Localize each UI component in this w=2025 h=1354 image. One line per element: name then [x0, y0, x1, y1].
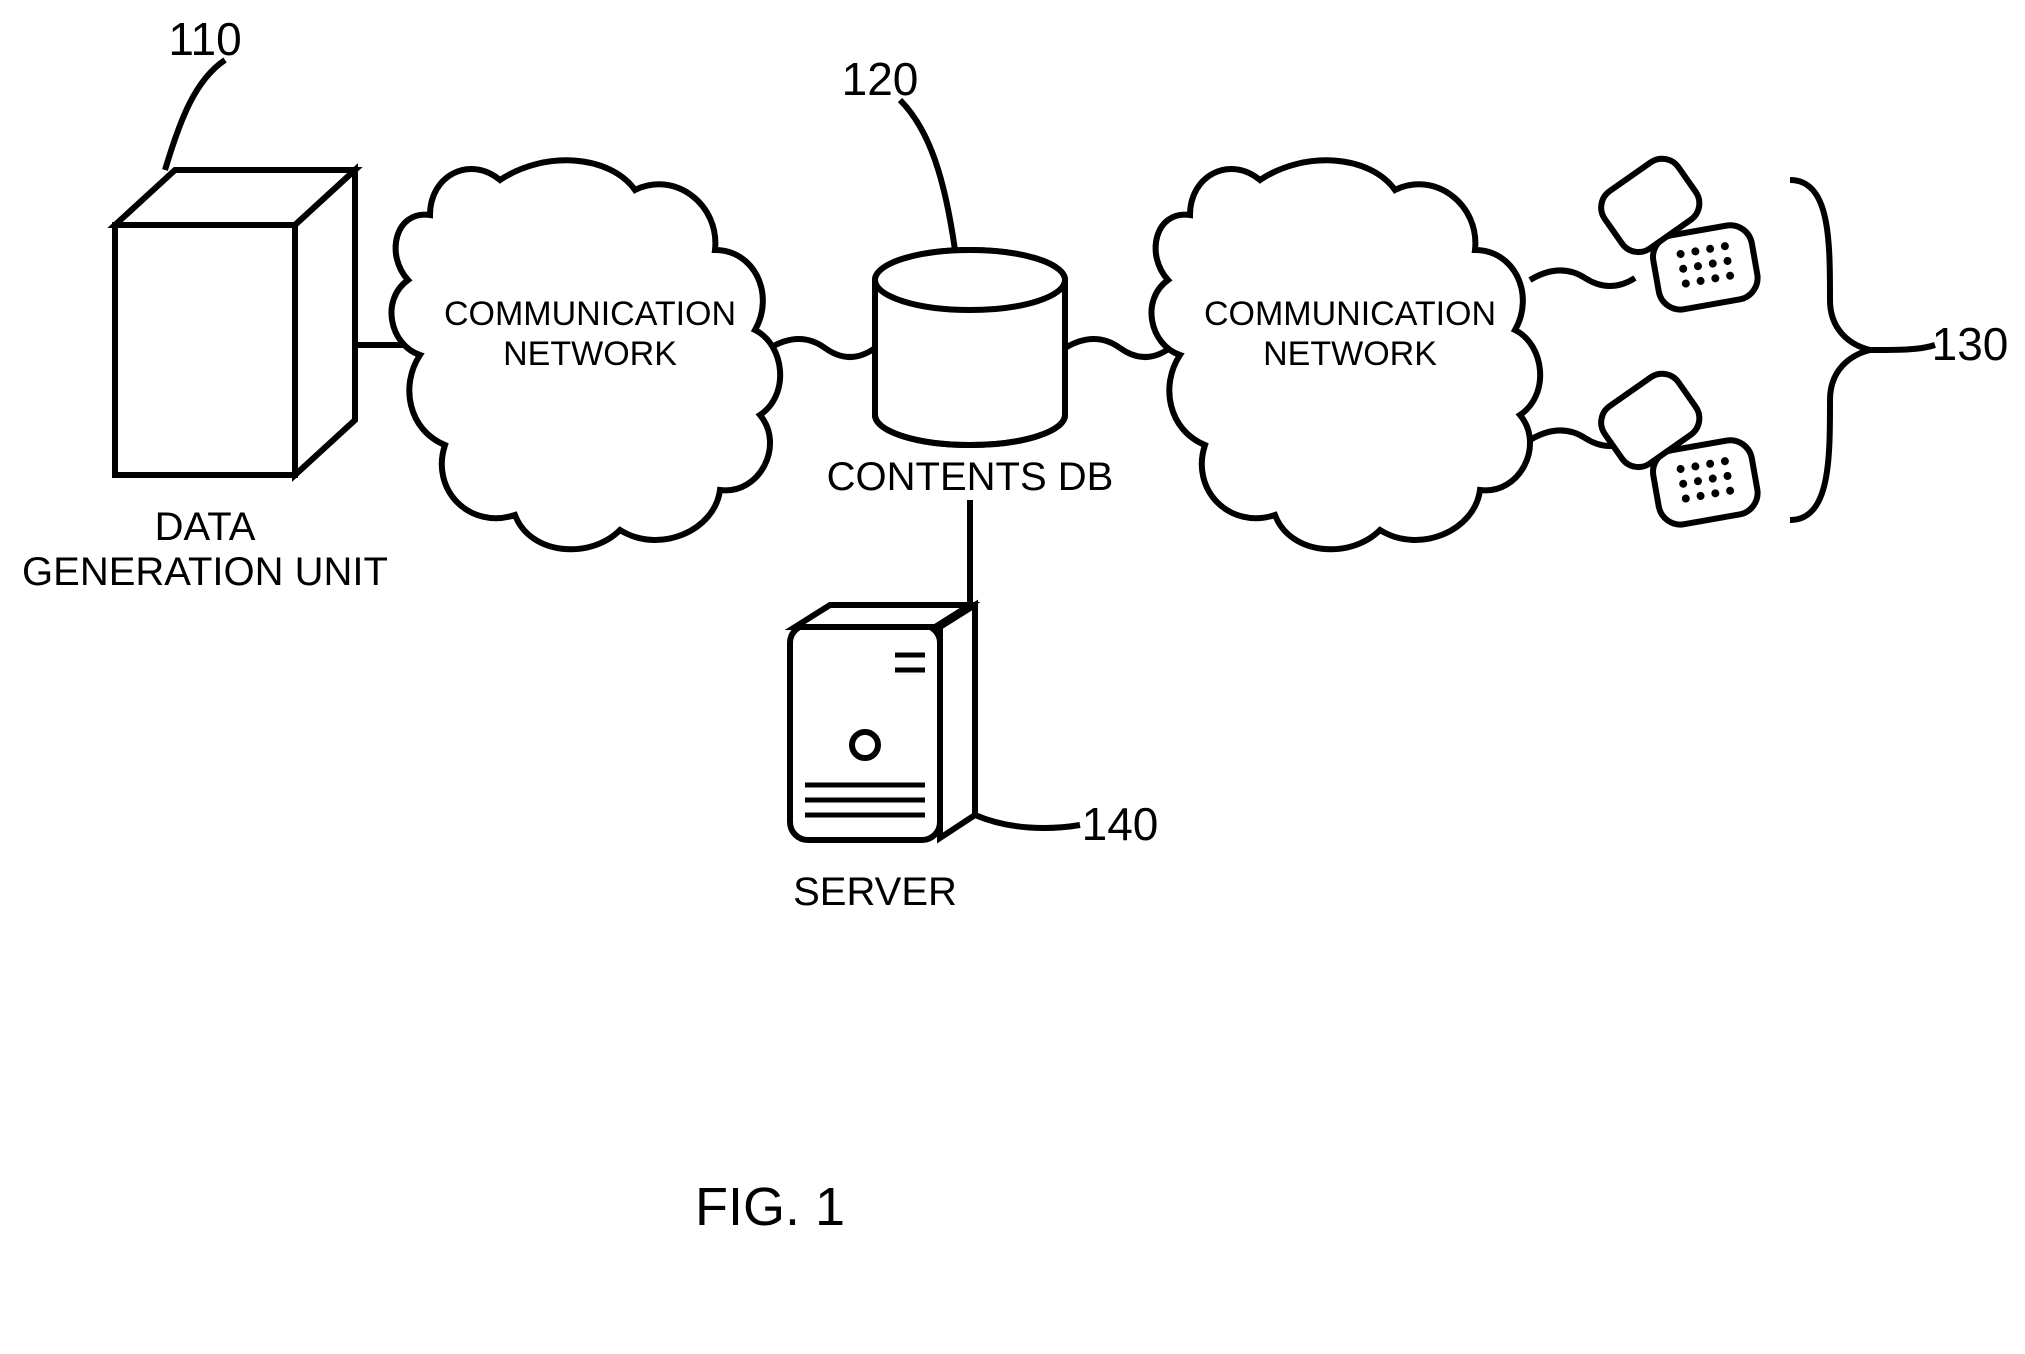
connector-cloud2-phone1 — [1530, 270, 1635, 286]
data-generation-unit: DATA GENERATION UNIT 110 — [22, 13, 388, 594]
ref-120: 120 — [842, 53, 919, 105]
phone-1 — [1587, 139, 1761, 321]
cloud-network-1: COMMUNICATION NETWORK — [391, 160, 780, 549]
cloud2-line2: NETWORK — [1263, 335, 1437, 373]
ref-110: 110 — [168, 13, 241, 65]
db-label: CONTENTS DB — [827, 455, 1114, 499]
server: SERVER 140 — [790, 605, 1158, 914]
connector-cloud1-db — [770, 339, 875, 357]
figure-caption: FIG. 1 — [695, 1177, 845, 1237]
phones-brace — [1790, 180, 1870, 520]
cloud2-line1: COMMUNICATION — [1204, 295, 1496, 333]
cloud1-line2: NETWORK — [503, 335, 677, 373]
ref-130: 130 — [1932, 318, 2009, 370]
figure-1-diagram: DATA GENERATION UNIT 110 COMMUNICATION N… — [0, 0, 2025, 1354]
cloud1-line1: COMMUNICATION — [444, 295, 736, 333]
connector-db-cloud2 — [1065, 339, 1170, 357]
phone-2 — [1587, 354, 1761, 536]
ref-140: 140 — [1082, 798, 1159, 850]
cloud-network-2: COMMUNICATION NETWORK — [1151, 160, 1540, 549]
contents-db: CONTENTS DB 120 — [827, 53, 1114, 499]
data-gen-label-1: DATA — [155, 505, 256, 549]
data-gen-label-2: GENERATION UNIT — [22, 550, 388, 594]
ref-130-leader — [1870, 345, 1935, 350]
server-label: SERVER — [793, 870, 957, 914]
